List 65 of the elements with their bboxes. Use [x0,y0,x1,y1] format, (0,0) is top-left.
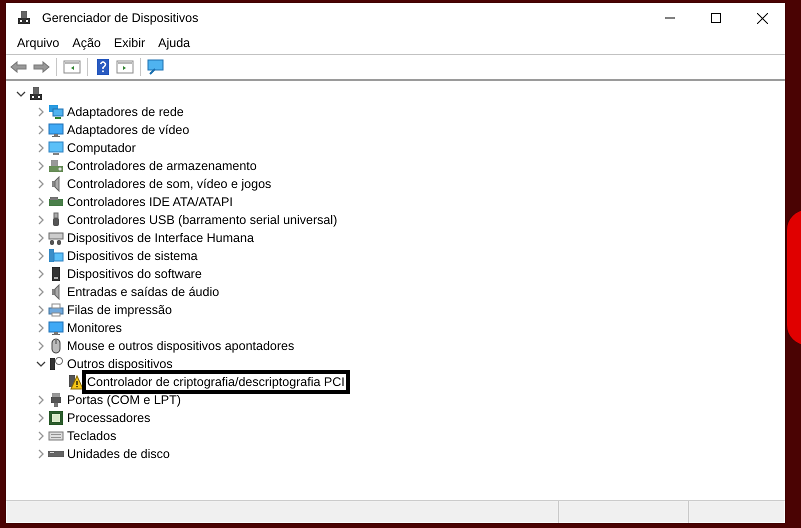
unknown-device-icon [48,356,64,372]
forward-arrow-icon[interactable] [31,58,51,76]
panel-icon[interactable] [62,58,82,76]
tree-item[interactable]: Dispositivos de Interface Humana [66,230,255,246]
collapse-chevron-icon[interactable] [36,359,46,369]
expand-chevron-icon[interactable] [36,107,46,117]
maximize-icon [711,13,721,23]
menu-item[interactable]: Ação [72,34,101,53]
window-title: Gerenciador de Dispositivos [42,10,198,27]
expand-chevron-icon[interactable] [36,287,46,297]
chip-icon [48,410,64,426]
expand-chevron-icon[interactable] [36,395,46,405]
keyboard-mouse-icon [48,230,64,246]
panel-icon[interactable] [115,58,135,76]
menu-item[interactable]: Exibir [114,34,146,53]
expand-chevron-icon[interactable] [36,269,46,279]
tree-item[interactable]: Monitores [66,320,123,336]
tree-item[interactable]: Filas de impressão [66,302,173,318]
monitor-icon [48,122,64,138]
expand-chevron-icon[interactable] [36,197,46,207]
tree-item[interactable]: Controladores de armazenamento [66,158,258,174]
close-icon [756,12,768,24]
monitor-icon [48,320,64,336]
tree-item[interactable]: Dispositivos de sistema [66,248,199,264]
computer-tree-icon [28,86,44,102]
tree-item[interactable]: Adaptadores de rede [66,104,185,120]
expand-chevron-icon[interactable] [36,431,46,441]
expand-chevron-icon[interactable] [36,215,46,225]
expand-chevron-icon[interactable] [36,251,46,261]
system-icon [48,248,64,264]
tree-item[interactable]: Teclados [66,428,118,444]
port-icon [48,392,64,408]
tree-item[interactable]: Outros dispositivos [66,356,174,372]
menu-item[interactable]: Arquivo [17,34,60,53]
expand-chevron-icon[interactable] [36,143,46,153]
expand-chevron-icon[interactable] [36,161,46,171]
tree-item[interactable]: Mouse e outros dispositivos apontadores [66,338,296,354]
network-icon [48,104,64,120]
printer-icon [48,302,64,318]
monitor-scan-icon[interactable] [146,58,166,76]
expand-chevron-icon[interactable] [36,233,46,243]
back-arrow-icon[interactable] [9,58,29,76]
expand-chevron-icon[interactable] [36,125,46,135]
expand-chevron-icon[interactable] [36,341,46,351]
tree-item[interactable]: Controladores IDE ATA/ATAPI [66,194,234,210]
expand-chevron-icon[interactable] [36,179,46,189]
tree-item[interactable]: Unidades de disco [66,446,171,462]
expand-chevron-icon[interactable] [36,305,46,315]
tree-item[interactable]: Controladores de som, vídeo e jogos [66,176,272,192]
disk-drive-icon [48,451,64,457]
menu-item[interactable]: Ajuda [158,34,190,53]
tree-item[interactable]: Dispositivos do software [66,266,203,282]
computer-icon [48,140,64,156]
collapse-chevron-icon[interactable] [16,89,26,99]
tree-item[interactable]: Entradas e saídas de áudio [66,284,220,300]
tree-item[interactable]: Computador [66,140,137,156]
tree-item[interactable]: Processadores [66,410,152,426]
tree-item[interactable]: Controladores USB (barramento serial universal) [66,212,338,228]
storage-icon [48,158,64,174]
app-icon [16,10,32,26]
expand-chevron-icon[interactable] [36,413,46,423]
expand-chevron-icon[interactable] [36,449,46,459]
expand-chevron-icon[interactable] [36,323,46,333]
tree-item[interactable]: Portas (COM e LPT) [66,392,182,408]
tree-item[interactable]: Adaptadores de vídeo [66,122,190,138]
